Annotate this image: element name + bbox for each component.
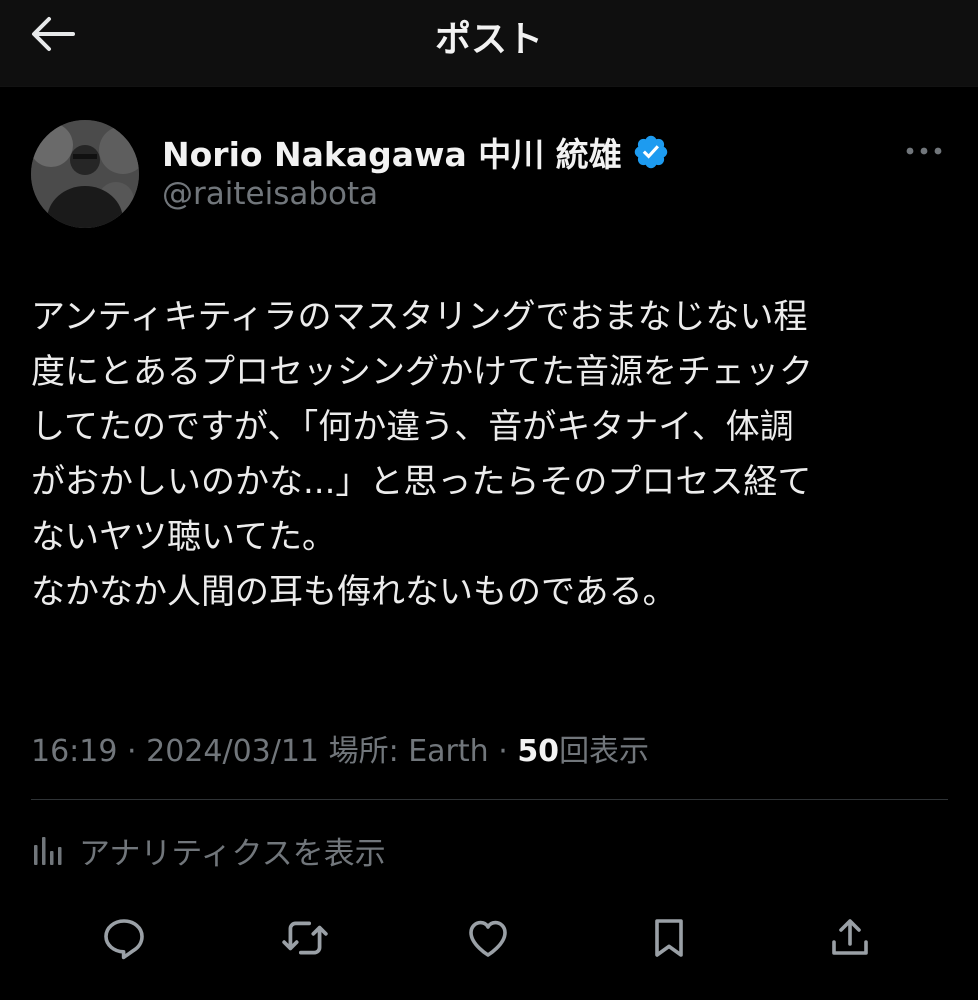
tweet-text-line: してたのですが、「何か違う、音がキタナイ、体調 xyxy=(31,407,794,447)
share-icon xyxy=(832,919,868,955)
repost-icon xyxy=(282,921,328,955)
analytics-label: アナリティクスを表示 xyxy=(79,835,386,872)
tweet-date[interactable]: 2024/03/11 xyxy=(146,734,319,769)
tweet-text-line: ないヤツ聴いてた。 xyxy=(31,517,336,557)
tweet-text-line: がおかしいのかな...」と思ったらそのプロセス経て xyxy=(31,462,812,502)
bookmark-button[interactable] xyxy=(639,908,699,968)
tweet-text: アンティキティラのマスタリングでおまなじない程 度にとあるプロセッシングかけてた… xyxy=(31,290,949,620)
author-name: Norio Nakagawa 中川 統雄 xyxy=(162,135,622,174)
heart-icon xyxy=(469,920,507,957)
reply-icon xyxy=(104,919,144,960)
share-button[interactable] xyxy=(820,908,880,968)
meta-separator: · xyxy=(498,734,508,769)
tweet-text-line: アンティキティラのマスタリングでおまなじない程 xyxy=(31,297,808,337)
action-bar xyxy=(0,908,978,968)
tweet-time[interactable]: 16:19 xyxy=(31,734,117,769)
tweet-meta: 16:19 · 2024/03/11 場所: Earth · 50回表示 xyxy=(31,726,649,770)
repost-button[interactable] xyxy=(275,908,335,968)
divider xyxy=(31,799,948,800)
bookmark-icon xyxy=(655,919,683,957)
like-button[interactable] xyxy=(458,908,518,968)
author-name-row[interactable]: Norio Nakagawa 中川 統雄 xyxy=(162,128,670,176)
top-bar: ポスト xyxy=(0,0,978,87)
bar-chart-icon xyxy=(34,837,62,865)
avatar[interactable] xyxy=(31,120,139,228)
tweet-text-line: なかなか人間の耳も侮れないものである。 xyxy=(31,572,677,612)
view-analytics-link[interactable]: アナリティクスを表示 xyxy=(31,828,386,872)
more-horizontal-icon xyxy=(906,147,942,155)
more-button[interactable] xyxy=(898,134,950,168)
tweet-location: 場所: Earth xyxy=(328,734,489,769)
author-handle[interactable]: @raiteisabota xyxy=(162,176,378,212)
meta-separator: · xyxy=(127,734,137,769)
views-count: 50 xyxy=(517,734,560,769)
views-label: 回表示 xyxy=(559,734,650,769)
reply-button[interactable] xyxy=(94,908,154,968)
tweet-text-line: 度にとあるプロセッシングかけてた音源をチェック xyxy=(31,352,813,392)
page-title: ポスト xyxy=(434,19,543,60)
verified-badge-icon xyxy=(632,133,670,171)
avatar-image xyxy=(31,120,139,228)
